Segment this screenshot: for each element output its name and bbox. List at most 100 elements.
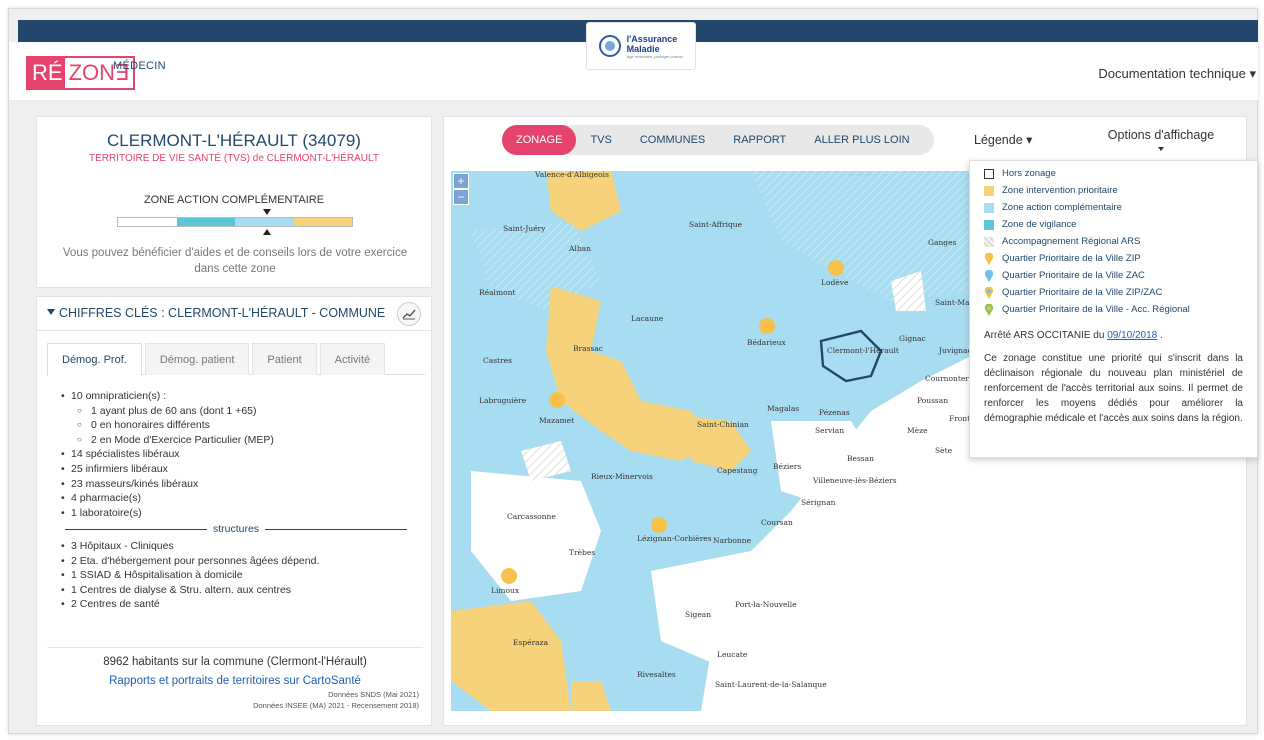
legend-label: Accompagnement Régional ARS: [1002, 236, 1141, 247]
legend-label: Quartier Prioritaire de la Ville ZIP: [1002, 253, 1141, 264]
population-text: 8962 habitants sur la commune (Clermont-…: [47, 647, 423, 668]
arrete-suffix: .: [1157, 330, 1163, 341]
place-label: Sète: [935, 446, 953, 455]
place-label: Labruguière: [479, 396, 527, 405]
assurance-maladie-emblem-icon: [598, 35, 621, 57]
zone-label: ZONE ACTION COMPLÉMENTAIRE: [143, 194, 325, 206]
list-item: 14 spécialistes libéraux: [61, 447, 421, 462]
place-label: Coursan: [761, 518, 793, 527]
documentation-menu[interactable]: Documentation technique ▾: [1098, 66, 1256, 82]
assurance-maladie-logo[interactable]: l'Assurance Maladie Agir ensemble, proté…: [586, 22, 696, 70]
place-label: Narbonne: [713, 536, 752, 545]
place-label: Rieux-Minervois: [591, 472, 653, 481]
place-label: Alban: [568, 244, 591, 253]
place-label: Mèze: [907, 426, 928, 435]
place-label: Sérignan: [801, 498, 836, 507]
legend-list: Hors zonage Zone intervention prioritaire…: [970, 165, 1257, 318]
legend-toggle[interactable]: Légende ▾: [974, 132, 1032, 147]
list-item: 25 infirmiers libéraux: [61, 462, 421, 477]
tab-patient[interactable]: Patient: [252, 343, 317, 375]
collapse-caret-icon[interactable]: [47, 309, 55, 315]
place-label: Espéraza: [513, 638, 549, 647]
place-label: Villeneuve-lès-Béziers: [812, 476, 897, 485]
commune-panel: CLERMONT-L'HÉRAULT (34079) TERRITOIRE DE…: [36, 116, 432, 288]
legend-description: Ce zonage constitue une priorité qui s'i…: [984, 353, 1243, 424]
legend-item: Zone intervention prioritaire: [970, 182, 1257, 199]
tab-activite[interactable]: Activité: [319, 343, 386, 375]
nav-rapport[interactable]: RAPPORT: [719, 125, 800, 155]
map-pin-icon: [984, 286, 994, 299]
cartosante-link[interactable]: Rapports et portraits de territoires sur…: [47, 675, 423, 687]
place-label: Servian: [815, 426, 844, 435]
data-sources: Données SNDS (Mai 2021) Données INSEE (M…: [253, 689, 419, 711]
tvs-line: TERRITOIRE DE VIE SANTÉ (TVS) de CLERMON…: [89, 153, 379, 164]
nav-aller-plus-loin[interactable]: ALLER PLUS LOIN: [800, 125, 923, 155]
place-label: Saint-Chinian: [697, 420, 749, 429]
key-figures-title: CHIFFRES CLÉS : CLERMONT-L'HÉRAULT - COM…: [59, 306, 386, 320]
legend-dropdown: Hors zonage Zone intervention prioritaire…: [969, 160, 1258, 458]
list-subitem: 2 en Mode d'Exercice Particulier (MEP): [61, 433, 421, 448]
list-item: 2 Centres de santé: [61, 597, 421, 612]
zone-scale-segment: [235, 218, 294, 226]
zoom-in-button[interactable]: +: [453, 173, 469, 189]
map-nav: ZONAGE TVS COMMUNES RAPPORT ALLER PLUS L…: [502, 125, 934, 155]
place-label: Réalmont: [479, 288, 515, 297]
place-label: Rivesaltes: [637, 670, 676, 679]
legend-item: Zone de vigilance: [970, 216, 1257, 233]
place-label: Pézenas: [819, 408, 850, 417]
tab-demog-prof[interactable]: Démog. Prof.: [47, 343, 142, 376]
nav-communes[interactable]: COMMUNES: [626, 125, 719, 155]
partner-logo-line1: l'Assurance: [626, 33, 678, 44]
place-label: Carcassonne: [507, 512, 556, 521]
display-options-toggle[interactable]: Options d'affichage: [1106, 127, 1216, 151]
zone-description: Vous pouvez bénéficier d'aides et de con…: [62, 247, 408, 275]
separator-line: [65, 529, 207, 531]
list-item: 2 Eta. d'hébergement pour personnes âgée…: [61, 554, 421, 569]
legend-swatch: [984, 168, 994, 179]
zone-scale-segment: [118, 218, 177, 226]
nav-tvs[interactable]: TVS: [576, 125, 625, 155]
place-label: Brassac: [573, 344, 603, 353]
place-label: Saint-Laurent-de-la-Salanque: [715, 680, 827, 689]
place-label: Béziers: [773, 462, 801, 471]
legend-item: Quartier Prioritaire de la Ville - Acc. …: [970, 301, 1257, 318]
place-label: Trèbes: [569, 548, 595, 557]
legend-item: Quartier Prioritaire de la Ville ZIP: [970, 250, 1257, 267]
place-label: Port-la-Nouvelle: [735, 600, 797, 609]
map-canvas[interactable]: Valence-d'Albigeois Saint-Juéry Alban Sa…: [451, 171, 981, 711]
place-label: Juvignac: [938, 346, 972, 355]
list-item: 10 omnipraticien(s) :: [61, 389, 421, 404]
legend-label: Zone de vigilance: [1002, 219, 1077, 230]
place-label: Mazamet: [539, 416, 574, 425]
place-label: Sigean: [685, 610, 711, 619]
map-pin-icon: [984, 303, 994, 316]
place-label: Leucate: [717, 650, 748, 659]
key-figures-header[interactable]: CHIFFRES CLÉS : CLERMONT-L'HÉRAULT - COM…: [37, 297, 431, 331]
legend-swatch: [984, 202, 994, 213]
arrete-date-link[interactable]: 09/10/2018: [1107, 330, 1157, 341]
legend-label: Quartier Prioritaire de la Ville ZIP/ZAC: [1002, 287, 1163, 298]
zoom-out-button[interactable]: −: [453, 189, 469, 205]
key-figures-panel: CHIFFRES CLÉS : CLERMONT-L'HÉRAULT - COM…: [36, 296, 432, 726]
list-item: 23 masseurs/kinés libéraux: [61, 477, 421, 492]
map-pin-icon: [984, 252, 994, 265]
place-label: Ganges: [928, 238, 957, 247]
place-label: Saint-Affrique: [689, 220, 743, 229]
brand-part1: RÉ: [32, 60, 63, 85]
legend-label: Zone action complémentaire: [1002, 202, 1122, 213]
chart-icon[interactable]: [397, 302, 421, 326]
place-label: Lézignan-Corbières: [637, 534, 712, 543]
place-label: Bessan: [847, 454, 874, 463]
legend-swatch: [984, 219, 994, 230]
commune-title: CLERMONT-L'HÉRAULT (34079): [107, 131, 361, 150]
legend-label: Quartier Prioritaire de la Ville ZAC: [1002, 270, 1145, 281]
list-item: 1 Centres de dialyse & Stru. altern. aux…: [61, 583, 421, 598]
zonage-map[interactable]: Valence-d'Albigeois Saint-Juéry Alban Sa…: [451, 171, 981, 711]
legend-item: Quartier Prioritaire de la Ville ZIP/ZAC: [970, 284, 1257, 301]
place-label: Gignac: [899, 334, 926, 343]
legend-label: Quartier Prioritaire de la Ville - Acc. …: [1002, 304, 1190, 315]
tab-demog-patient[interactable]: Démog. patient: [144, 343, 250, 375]
nav-zonage[interactable]: ZONAGE: [502, 125, 577, 155]
legend-item: Zone action complémentaire: [970, 199, 1257, 216]
zone-indicator-down-icon: [263, 209, 271, 215]
